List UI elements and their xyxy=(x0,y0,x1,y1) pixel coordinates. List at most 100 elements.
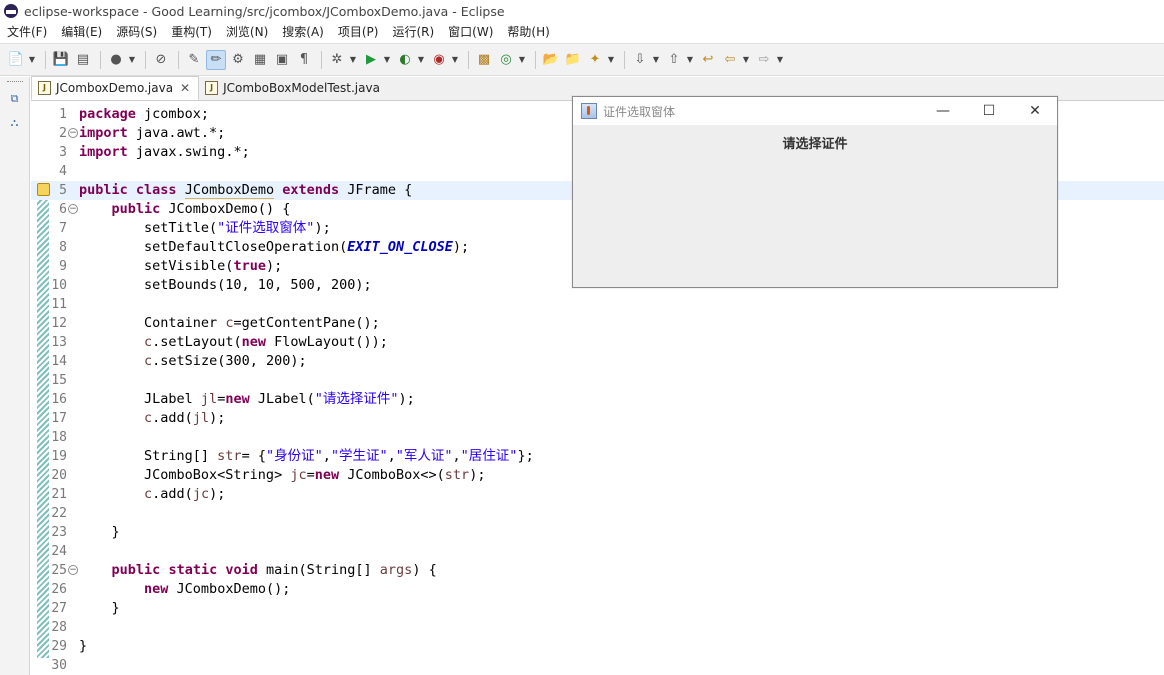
maximize-button[interactable]: ☐ xyxy=(966,97,1012,125)
code-line[interactable]: 20 JComboBox<String> jc=new JComboBox<>(… xyxy=(31,466,1164,485)
tab-label: JComboBoxModelTest.java xyxy=(223,81,380,95)
tab-jcomboboxmodeltest[interactable]: J JComboBoxModelTest.java xyxy=(199,76,388,100)
debug-icon[interactable]: ✲ xyxy=(327,50,347,70)
code-line[interactable]: 14 c.setSize(300, 200); xyxy=(31,352,1164,371)
open-type-icon[interactable]: ✎ xyxy=(184,50,204,70)
jframe-window[interactable]: 证件选取窗体 — ☐ ✕ 请选择证件 xyxy=(572,96,1058,288)
external-tools-icon[interactable]: ◉ xyxy=(429,50,449,70)
code-line[interactable]: 15 xyxy=(31,371,1164,390)
show-whitespace-icon[interactable]: ¶ xyxy=(294,50,314,70)
code-line[interactable]: 23 } xyxy=(31,523,1164,542)
menu-item[interactable]: 帮助(H) xyxy=(500,22,556,42)
forward-dropdown-icon[interactable]: ▼ xyxy=(776,50,784,70)
line-number: 8 xyxy=(59,240,67,255)
code-line[interactable]: 11 xyxy=(31,295,1164,314)
toolbar-separator xyxy=(468,50,469,69)
restore-icon[interactable]: ⧉ xyxy=(6,90,24,108)
toggle-mark-occurrences-icon[interactable]: ✏ xyxy=(206,49,226,70)
new-java-project-icon[interactable]: ▩ xyxy=(474,50,494,70)
line-number: 6 xyxy=(59,202,67,217)
skip-breakpoints-icon[interactable]: ⊘ xyxy=(151,50,171,70)
code-text: setBounds(10, 10, 500, 200); xyxy=(79,277,372,293)
open-task-icon[interactable]: 📁 xyxy=(563,50,583,70)
menu-item[interactable]: 浏览(N) xyxy=(219,22,275,42)
code-line[interactable]: 12 Container c=getContentPane(); xyxy=(31,314,1164,333)
open-resource-icon[interactable]: ▣ xyxy=(272,50,292,70)
search-dropdown-icon[interactable]: ▼ xyxy=(607,50,615,70)
fold-toggle-icon[interactable]: − xyxy=(68,565,78,575)
code-line[interactable]: 13 c.setLayout(new FlowLayout()); xyxy=(31,333,1164,352)
code-line[interactable]: 27 } xyxy=(31,599,1164,618)
menu-item[interactable]: 窗口(W) xyxy=(441,22,500,42)
forward-icon[interactable]: ⇨ xyxy=(754,50,774,70)
code-line[interactable]: 30 xyxy=(31,656,1164,675)
previous-annotation-icon[interactable]: ⇧ xyxy=(664,50,684,70)
menu-item[interactable]: 重构(T) xyxy=(164,22,219,42)
code-text: String[] str= {"身份证","学生证","军人证","居住证"}; xyxy=(79,448,534,464)
new-package-icon[interactable]: ◎ xyxy=(496,50,516,70)
coverage-dropdown-icon[interactable]: ▼ xyxy=(417,50,425,70)
close-icon[interactable]: ✕ xyxy=(180,81,190,95)
code-line[interactable]: 24 xyxy=(31,542,1164,561)
profile-icon[interactable]: ● xyxy=(106,50,126,70)
line-number: 4 xyxy=(59,164,67,179)
code-text: setTitle("证件选取窗体"); xyxy=(79,220,331,236)
menu-item[interactable]: 源码(S) xyxy=(109,22,164,42)
code-line[interactable]: 17 c.add(jl); xyxy=(31,409,1164,428)
line-number: 13 xyxy=(51,335,67,350)
menu-item[interactable]: 编辑(E) xyxy=(54,22,109,42)
jframe-titlebar[interactable]: 证件选取窗体 — ☐ ✕ xyxy=(573,97,1057,125)
line-number: 30 xyxy=(51,658,67,673)
code-line[interactable]: 22 xyxy=(31,504,1164,523)
previous-annotation-dropdown-icon[interactable]: ▼ xyxy=(686,50,694,70)
code-line[interactable]: 18 xyxy=(31,428,1164,447)
open-folder-icon[interactable]: 📂 xyxy=(541,50,561,70)
toolbar-separator xyxy=(100,50,101,69)
window-titlebar: eclipse-workspace - Good Learning/src/jc… xyxy=(0,0,1164,22)
package-explorer-icon[interactable]: ⛬ xyxy=(6,114,24,132)
run-icon[interactable]: ▶ xyxy=(361,50,381,70)
next-annotation-icon[interactable]: ⇩ xyxy=(630,50,650,70)
external-tools-dropdown-icon[interactable]: ▼ xyxy=(451,50,459,70)
java-file-icon: J xyxy=(205,81,219,95)
run-dropdown-icon[interactable]: ▼ xyxy=(383,50,391,70)
debug-dropdown-icon[interactable]: ▼ xyxy=(349,50,357,70)
code-line[interactable]: 21 c.add(jc); xyxy=(31,485,1164,504)
save-icon[interactable]: 💾 xyxy=(51,50,71,70)
code-text: c.setSize(300, 200); xyxy=(144,353,307,369)
code-line[interactable]: 29} xyxy=(31,637,1164,656)
line-number: 24 xyxy=(51,544,67,559)
close-button[interactable]: ✕ xyxy=(1012,97,1058,125)
search-icon[interactable]: ✦ xyxy=(585,50,605,70)
new-icon[interactable]: 📄 xyxy=(6,50,26,70)
back-dropdown-icon[interactable]: ▼ xyxy=(742,50,750,70)
coverage-icon[interactable]: ◐ xyxy=(395,50,415,70)
save-all-icon[interactable]: ▤ xyxy=(73,50,93,70)
code-line[interactable]: 25− public static void main(String[] arg… xyxy=(31,561,1164,580)
code-line[interactable]: 19 String[] str= {"身份证","学生证","军人证","居住证… xyxy=(31,447,1164,466)
new-dropdown-icon[interactable]: ▼ xyxy=(28,50,36,70)
code-text: } xyxy=(79,638,88,654)
new-package-dropdown-icon[interactable]: ▼ xyxy=(518,50,526,70)
back-icon[interactable]: ⇦ xyxy=(720,50,740,70)
menu-item[interactable]: 运行(R) xyxy=(385,22,441,42)
code-line[interactable]: 28 xyxy=(31,618,1164,637)
menu-item[interactable]: 搜索(A) xyxy=(275,22,331,42)
code-line[interactable]: 26 new JComboxDemo(); xyxy=(31,580,1164,599)
line-number: 12 xyxy=(51,316,67,331)
code-line[interactable]: 16 JLabel jl=new JLabel("请选择证件"); xyxy=(31,390,1164,409)
last-edit-icon[interactable]: ↩ xyxy=(698,50,718,70)
fold-toggle-icon[interactable]: − xyxy=(68,204,78,214)
task-icon[interactable]: ▦ xyxy=(250,50,270,70)
trim-grip[interactable] xyxy=(6,81,23,84)
java-browsing-icon[interactable]: ⚙ xyxy=(228,50,248,70)
toolbar-separator xyxy=(145,50,146,69)
menu-item[interactable]: 文件(F) xyxy=(0,22,54,42)
fold-toggle-icon[interactable]: − xyxy=(68,128,78,138)
toolbar-separator xyxy=(321,50,322,69)
next-annotation-dropdown-icon[interactable]: ▼ xyxy=(652,50,660,70)
profile-dropdown-icon[interactable]: ▼ xyxy=(128,50,136,70)
minimize-button[interactable]: — xyxy=(920,97,966,125)
menu-item[interactable]: 项目(P) xyxy=(331,22,386,42)
tab-jcomboxdemo[interactable]: J JComboxDemo.java ✕ xyxy=(31,76,200,100)
